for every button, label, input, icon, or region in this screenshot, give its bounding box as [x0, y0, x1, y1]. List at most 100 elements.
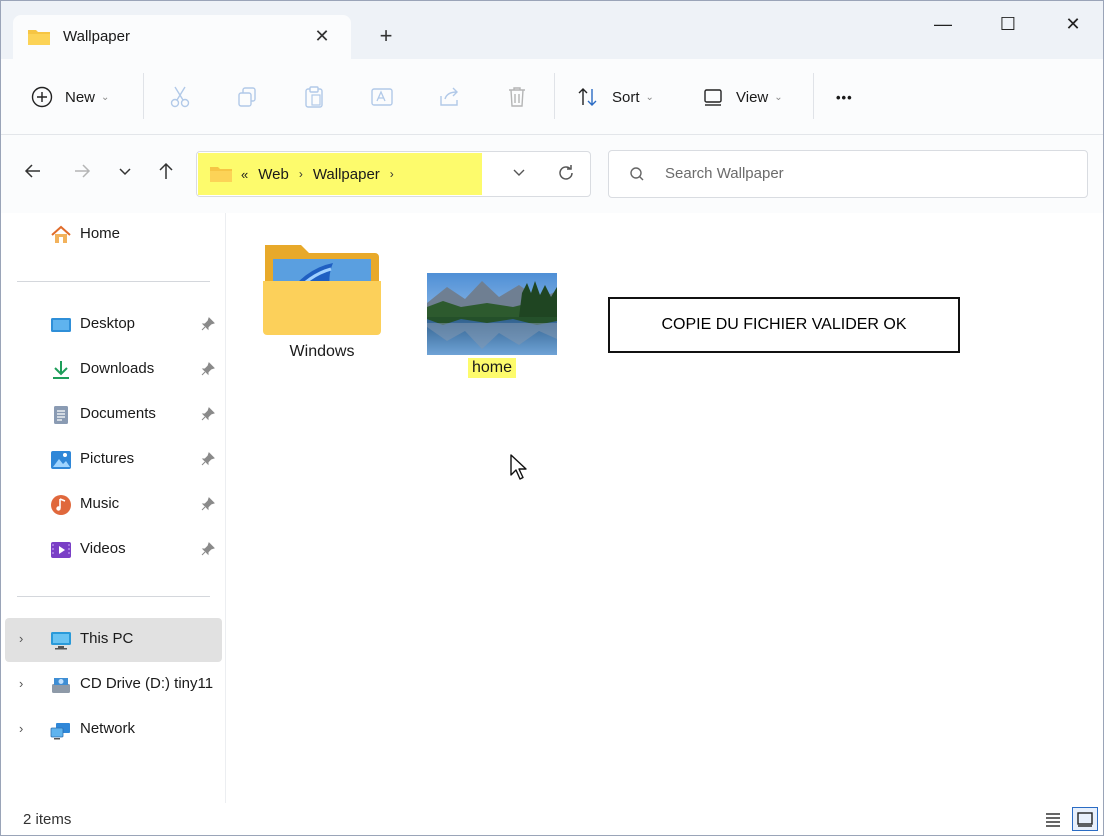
close-button[interactable]: ✕: [1053, 9, 1093, 39]
maximize-button[interactable]: ☐: [988, 9, 1028, 39]
chevron-right-icon[interactable]: ›: [390, 167, 394, 181]
delete-button[interactable]: [506, 79, 528, 115]
view-icon: [704, 89, 722, 106]
arrow-up-icon: [159, 162, 173, 179]
pin-icon[interactable]: [201, 542, 215, 560]
chevron-right-icon[interactable]: ›: [19, 721, 23, 736]
search-box[interactable]: Search Wallpaper: [608, 150, 1088, 198]
arrow-right-icon: [75, 164, 91, 178]
sidebar-item-pictures[interactable]: Pictures: [5, 438, 222, 482]
file-list: Windows home COPIE DU FICHIER VALIDER OK: [227, 213, 1103, 803]
computer-icon: [50, 629, 72, 651]
details-view-button[interactable]: [1040, 807, 1066, 831]
address-bar[interactable]: « Web › Wallpaper ›: [196, 151, 591, 197]
documents-icon: [50, 404, 72, 426]
sidebar-item-videos[interactable]: Videos: [5, 528, 222, 572]
sort-button[interactable]: Sort ⌄: [576, 79, 654, 115]
cut-button[interactable]: [169, 79, 191, 115]
tab-wallpaper[interactable]: Wallpaper ✕: [13, 15, 351, 59]
sidebar-item-desktop[interactable]: Desktop: [5, 303, 222, 347]
sidebar-item-downloads[interactable]: Downloads: [5, 348, 222, 392]
minimize-button[interactable]: —: [923, 9, 963, 39]
command-bar: New ⌄ Sort ⌄ View ⌄ •••: [1, 59, 1103, 135]
image-item-home[interactable]: home: [423, 273, 561, 378]
view-label: View: [736, 88, 769, 106]
new-tab-button[interactable]: +: [373, 23, 399, 49]
more-options-button[interactable]: •••: [836, 79, 853, 115]
breadcrumb-web[interactable]: Web: [258, 166, 289, 183]
navigation-pane: Home Desktop Downloads Documents Picture…: [1, 213, 226, 803]
music-icon: [50, 494, 72, 516]
separator: [17, 596, 210, 597]
sidebar-item-label: Pictures: [80, 450, 135, 467]
trash-icon: [509, 87, 525, 107]
recent-locations-button[interactable]: [111, 161, 139, 189]
sidebar-item-cd-drive[interactable]: › CD Drive (D:) tiny11: [5, 663, 222, 707]
videos-icon: [50, 539, 72, 561]
file-label: home: [467, 358, 517, 378]
sidebar-item-music[interactable]: Music: [5, 483, 222, 527]
sidebar-item-this-pc[interactable]: › This PC: [5, 618, 222, 662]
chevron-right-icon[interactable]: ›: [19, 631, 23, 646]
refresh-button[interactable]: [555, 163, 577, 185]
tiles-view-button[interactable]: [1072, 807, 1098, 831]
sidebar-item-documents[interactable]: Documents: [5, 393, 222, 437]
sidebar-item-network[interactable]: › Network: [5, 708, 222, 752]
separator: [554, 73, 555, 119]
tab-close-icon[interactable]: ✕: [309, 23, 335, 49]
status-bar: 2 items: [1, 803, 1103, 835]
chevron-down-icon: ⌄: [645, 91, 654, 103]
view-button[interactable]: View ⌄: [702, 79, 783, 115]
mouse-cursor-icon: [509, 453, 529, 484]
chevron-right-icon[interactable]: ›: [19, 676, 23, 691]
sidebar-item-label: Downloads: [80, 360, 155, 377]
sidebar-item-label: Desktop: [80, 315, 136, 332]
share-button[interactable]: [438, 79, 460, 115]
pin-icon[interactable]: [201, 452, 215, 470]
sidebar-item-label: Videos: [80, 540, 126, 557]
paste-button[interactable]: [303, 79, 325, 115]
cd-drive-icon: [50, 674, 72, 696]
home-icon: [50, 224, 72, 246]
downloads-icon: [50, 359, 72, 381]
copy-success-notice: COPIE DU FICHIER VALIDER OK: [608, 297, 960, 353]
new-button[interactable]: New ⌄: [31, 79, 109, 115]
chevron-down-icon: [513, 169, 525, 176]
network-icon: [50, 719, 72, 741]
folder-icon: [263, 245, 381, 335]
sidebar-item-home[interactable]: Home: [5, 213, 222, 257]
rename-button[interactable]: [370, 79, 394, 115]
copy-button[interactable]: [236, 79, 258, 115]
pin-icon[interactable]: [201, 317, 215, 335]
refresh-icon: [559, 165, 573, 180]
tab-title: Wallpaper: [63, 28, 130, 45]
breadcrumb-overflow[interactable]: «: [241, 167, 248, 182]
folder-item-windows[interactable]: Windows: [257, 239, 387, 362]
pictures-icon: [50, 449, 72, 471]
sidebar-item-label: Documents: [80, 405, 156, 422]
clipboard-icon: [305, 86, 323, 108]
chevron-right-icon[interactable]: ›: [299, 167, 303, 181]
sidebar-item-label: This PC: [80, 630, 134, 647]
new-label: New: [65, 88, 96, 106]
pin-icon[interactable]: [201, 497, 215, 515]
details-view-icon: [1046, 813, 1060, 827]
scissors-icon: [170, 86, 190, 108]
folder-icon: [210, 167, 232, 182]
search-input[interactable]: Search Wallpaper: [665, 165, 784, 182]
folder-icon: [27, 27, 51, 50]
pin-icon[interactable]: [201, 407, 215, 425]
up-button[interactable]: [152, 161, 180, 189]
item-count: 2 items: [23, 811, 72, 828]
forward-button[interactable]: [68, 161, 96, 189]
pin-icon[interactable]: [201, 362, 215, 380]
breadcrumb-wallpaper[interactable]: Wallpaper: [313, 166, 380, 183]
address-history-button[interactable]: [509, 164, 529, 184]
share-icon: [440, 87, 458, 106]
tiles-view-icon: [1077, 812, 1093, 827]
arrow-left-icon: [24, 164, 40, 178]
sidebar-item-label: CD Drive (D:) tiny11: [80, 675, 214, 692]
back-button[interactable]: [19, 161, 47, 189]
file-explorer-window: Wallpaper ✕ + — ☐ ✕ New ⌄ Sort ⌄ View ⌄ …: [0, 0, 1104, 836]
sort-icon: [578, 88, 597, 106]
